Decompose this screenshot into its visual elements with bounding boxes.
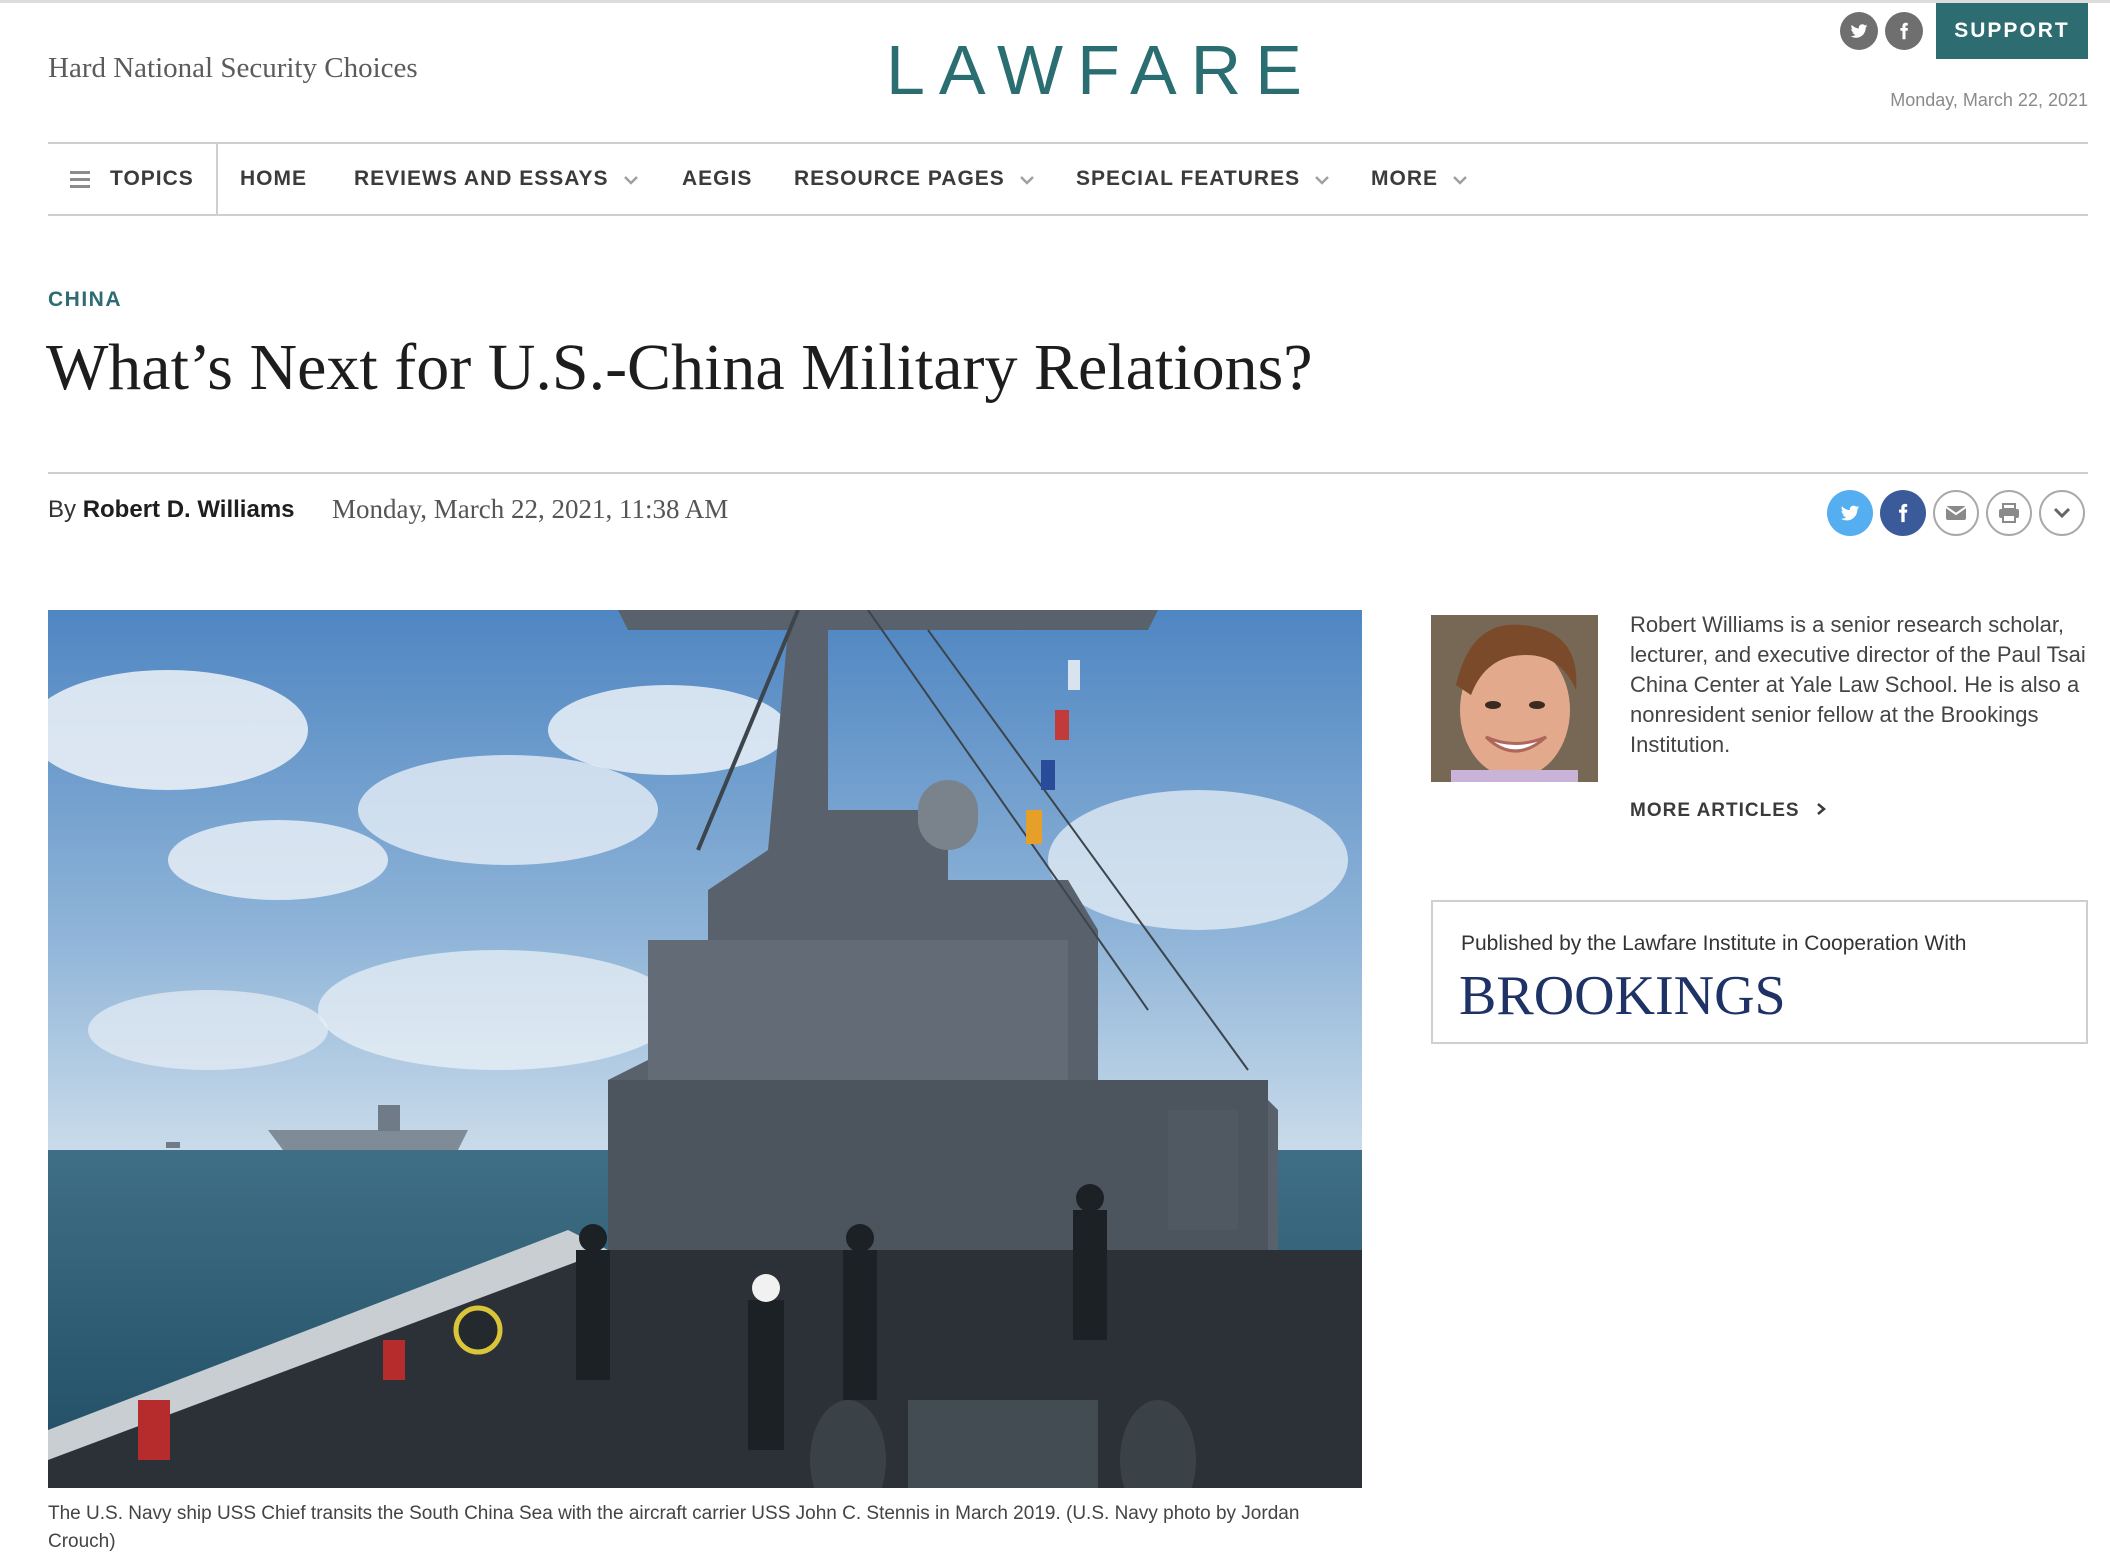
facebook-icon[interactable] [1880, 490, 1926, 536]
site-tagline: Hard National Security Choices [48, 52, 418, 84]
facebook-icon[interactable] [1885, 12, 1923, 50]
nav-reviews-label: REVIEWS AND ESSAYS [354, 167, 609, 190]
nav-divider [216, 144, 218, 216]
author-link[interactable]: Robert D. Williams [83, 496, 295, 523]
nav-resource-label: RESOURCE PAGES [794, 167, 1005, 190]
published-by-text: Published by the Lawfare Institute in Co… [1461, 932, 1967, 955]
nav-special-label: SPECIAL FEATURES [1076, 167, 1301, 190]
more-articles-link[interactable]: MORE ARTICLES [1630, 800, 1826, 822]
chevron-down-icon [1314, 167, 1330, 191]
nav-more[interactable]: MORE [1371, 144, 1468, 214]
chevron-down-icon [623, 167, 639, 191]
article-title: What’s Next for U.S.-China Military Rela… [46, 331, 1313, 404]
lawfare-logo[interactable]: LAWFARE [886, 30, 1316, 110]
more-articles-label: MORE ARTICLES [1630, 800, 1800, 821]
author-avatar[interactable] [1431, 615, 1598, 782]
chevron-right-icon [1816, 800, 1826, 821]
byline-prefix: By [48, 496, 77, 523]
support-button[interactable]: SUPPORT [1936, 3, 2088, 59]
twitter-icon[interactable] [1840, 12, 1878, 50]
nav-more-label: MORE [1371, 167, 1438, 190]
top-border [0, 0, 2110, 3]
hero-image-ship [48, 610, 1362, 1488]
publisher-box: Published by the Lawfare Institute in Co… [1431, 900, 2088, 1044]
nav-aegis-label: AEGIS [682, 167, 753, 190]
divider [48, 472, 2088, 474]
image-caption: The U.S. Navy ship USS Chief transits th… [48, 1503, 1300, 1552]
nav-reviews-and-essays[interactable]: REVIEWS AND ESSAYS [354, 144, 639, 214]
article-date: Monday, March 22, 2021, 11:38 AM [332, 494, 729, 524]
main-nav: TOPICS HOME REVIEWS AND ESSAYS AEGIS RES… [48, 142, 2088, 216]
nav-aegis[interactable]: AEGIS [682, 144, 752, 214]
nav-home[interactable]: HOME [240, 144, 307, 214]
more-share-chevron-icon[interactable] [2039, 490, 2085, 536]
byline: By Robert D. Williams [48, 496, 295, 524]
chevron-down-icon [1452, 167, 1468, 191]
nav-home-label: HOME [240, 167, 307, 190]
email-icon[interactable] [1933, 490, 1979, 536]
chevron-down-icon [1019, 167, 1035, 191]
nav-topics[interactable]: TOPICS [70, 144, 194, 214]
brookings-logo[interactable]: BROOKINGS [1459, 964, 1786, 1028]
article-category[interactable]: CHINA [48, 288, 122, 312]
nav-special-features[interactable]: SPECIAL FEATURES [1076, 144, 1330, 214]
header-date: Monday, March 22, 2021 [1890, 90, 2088, 110]
nav-resource-pages[interactable]: RESOURCE PAGES [794, 144, 1035, 214]
print-icon[interactable] [1986, 490, 2032, 536]
hamburger-icon [70, 170, 90, 188]
nav-topics-label: TOPICS [110, 167, 194, 190]
author-bio: Robert Williams is a senior research sch… [1630, 612, 2086, 757]
twitter-icon[interactable] [1827, 490, 1873, 536]
